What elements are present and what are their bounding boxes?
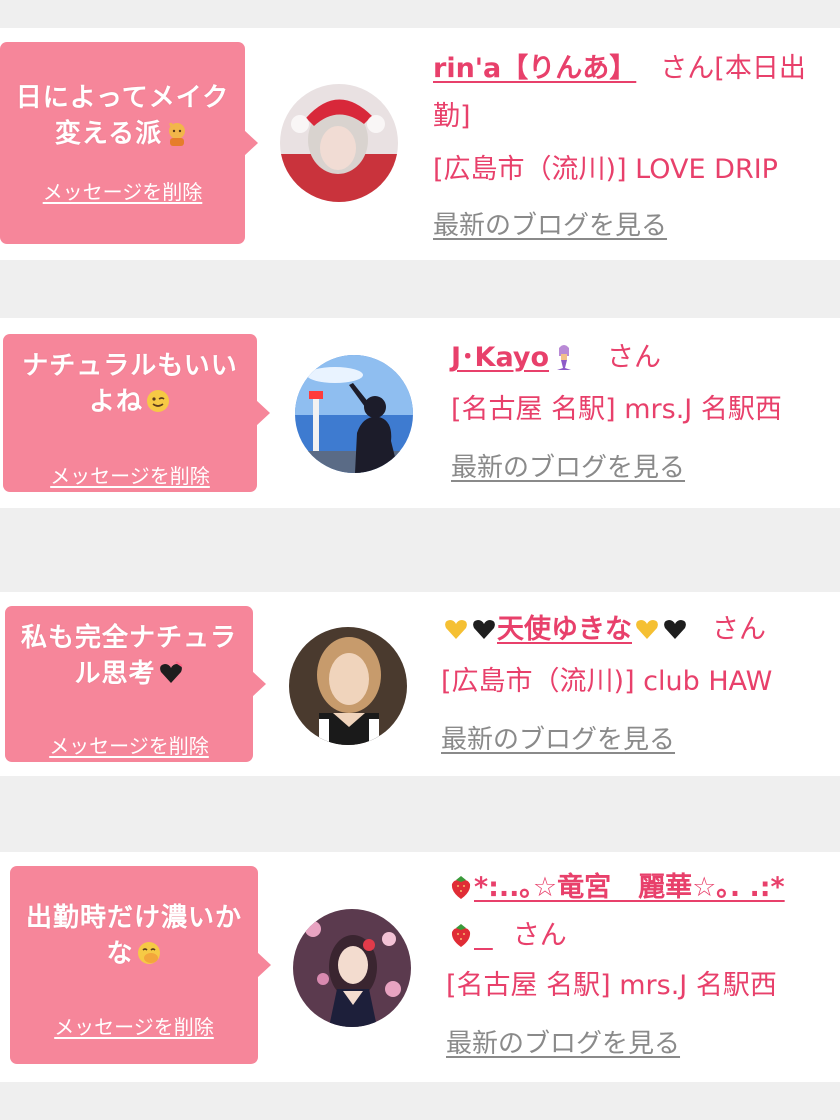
name-line: rin'a【りんあ】 さん[本日出 勤] — [433, 45, 833, 141]
black-heart-icon — [473, 620, 495, 639]
yellow-heart-icon — [445, 620, 467, 639]
shop-name: [広島市（流川)] LOVE DRIP — [433, 154, 778, 185]
name-line: J･Kayo さん — [451, 334, 836, 382]
message-text: 出勤時だけ濃いか な — [25, 903, 242, 969]
message-bubble: 私も完全ナチュラ ル思考 メッセージを削除 — [5, 606, 266, 762]
name-line: 天使ゆきな さん — [441, 606, 836, 654]
latest-blog-link[interactable]: 最新のブログを見る — [441, 716, 836, 764]
message-text: 私も完全ナチュラ ル思考 — [20, 623, 237, 689]
black-heart-icon — [664, 620, 686, 639]
san-suffix-continued: 勤] — [433, 101, 471, 132]
sender-info: 天使ゆきな さん [広島市（流川)] club HAW 最新のブログを見る — [441, 606, 836, 764]
message-card: ナチュラルもいい よね メッセージを削除 J･Kayo さん [名古屋 名駅] m… — [0, 318, 840, 508]
message-card: 私も完全ナチュラ ル思考 メッセージを削除 天使ゆきな さん [広島市（流川)] … — [0, 592, 840, 776]
san-suffix: さん[本日出 — [660, 53, 806, 84]
sender-name-link[interactable]: J･Kayo — [451, 342, 577, 373]
delete-message-link[interactable]: メッセージを削除 — [10, 1011, 258, 1040]
name-line: *:..｡☆竜宮 麗華☆｡. .:* さん — [446, 864, 836, 960]
mermaid-emoji — [557, 345, 572, 370]
delete-message-link[interactable]: メッセージを削除 — [3, 460, 257, 489]
sender-info: rin'a【りんあ】 さん[本日出 勤] [広島市（流川)] LOVE DRIP … — [433, 45, 833, 250]
strawberry-icon — [451, 924, 471, 947]
message-text: 日によってメイク 変える派 — [15, 83, 230, 149]
winking-face-emoji — [147, 390, 169, 412]
avatar[interactable] — [280, 84, 398, 202]
san-suffix: さん — [607, 342, 662, 373]
message-card: 出勤時だけ濃いか な メッセージを削除 *:..｡☆竜宮 麗華☆｡. .:* さ… — [0, 852, 840, 1082]
san-suffix: さん — [512, 920, 567, 951]
delete-message-link[interactable]: メッセージを削除 — [0, 176, 245, 205]
message-bubble: ナチュラルもいい よね メッセージを削除 — [3, 334, 270, 492]
sender-name-link[interactable]: *:..｡☆竜宮 麗華☆｡. .:* — [446, 872, 785, 951]
sender-name-link[interactable]: rin'a【りんあ】 — [433, 53, 636, 84]
san-suffix: さん — [712, 614, 766, 645]
message-bubble: 日によってメイク 変える派 メッセージを削除 — [0, 42, 258, 244]
hand-over-mouth-emoji — [137, 942, 160, 964]
sender-name-link[interactable]: 天使ゆきな — [441, 614, 688, 645]
avatar[interactable] — [295, 355, 413, 473]
person-raising-hand-emoji — [169, 122, 186, 146]
strawberry-icon — [451, 876, 471, 899]
latest-blog-link[interactable]: 最新のブログを見る — [433, 202, 833, 250]
message-text: ナチュラルもいい よね — [22, 351, 238, 417]
yellow-heart-icon — [636, 620, 658, 639]
black-heart-emoji — [159, 661, 183, 683]
sender-info: J･Kayo さん [名古屋 名駅] mrs.J 名駅西 最新のブログを見る — [451, 334, 836, 492]
delete-message-link[interactable]: メッセージを削除 — [5, 730, 253, 759]
shop-name: [名古屋 名駅] mrs.J 名駅西 — [446, 970, 777, 1001]
message-bubble: 出勤時だけ濃いか な メッセージを削除 — [10, 866, 271, 1064]
shop-name: [名古屋 名駅] mrs.J 名駅西 — [451, 394, 782, 425]
message-card: 日によってメイク 変える派 メッセージを削除 rin'a【りんあ】 さん[本日出 … — [0, 28, 840, 260]
sender-info: *:..｡☆竜宮 麗華☆｡. .:* さん [名古屋 名駅] mrs.J 名駅西… — [446, 864, 836, 1068]
latest-blog-link[interactable]: 最新のブログを見る — [446, 1020, 836, 1068]
avatar[interactable] — [293, 909, 411, 1027]
avatar[interactable] — [289, 627, 407, 745]
latest-blog-link[interactable]: 最新のブログを見る — [451, 444, 836, 492]
shop-name: [広島市（流川)] club HAW — [441, 666, 773, 697]
